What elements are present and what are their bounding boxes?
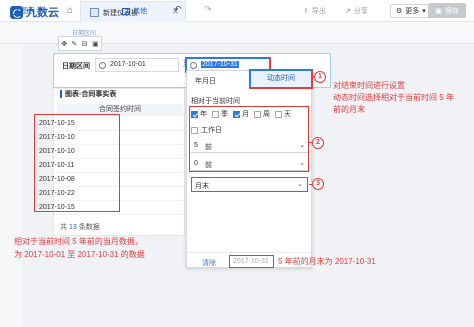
total-prefix: 共 [60,224,67,231]
undo-icon[interactable]: ↶ [174,4,182,15]
chart-icon [10,7,18,15]
other-button[interactable]: 其他 [122,6,147,16]
date-from-field[interactable]: 2017-10-01 [95,58,179,72]
chevron-down-icon: ▾ [422,8,426,15]
annotation-badge-3: 3 [312,178,324,190]
relative-label: 相对于当前时间 [191,98,240,105]
other-icon [122,7,130,15]
lock-icon[interactable]: ⊟ [82,40,88,48]
month-offset-select[interactable]: 0 前 ⌄ [191,157,308,171]
export-button[interactable]: ⇪ 导出 [303,6,326,16]
annotation-note-1-line-1: 对结束时间进行设置 [333,81,405,90]
share-label: 分享 [353,8,368,15]
title-bar-icon [60,90,62,98]
more-button[interactable]: ⚙ 更多 ▾ [390,4,432,18]
table-title: 图表-合同事实表 [60,89,116,99]
save-button[interactable]: ▣ 保存 [428,3,466,18]
range-label: 日期区间 [62,63,90,70]
chevron-down-icon: ⌄ [299,160,305,167]
left-rail [0,44,22,327]
save-label: 保存 [444,7,459,15]
chart-button[interactable]: 图表 [10,6,35,16]
year-direction: 前 [205,144,212,151]
year-offset-select[interactable]: 5 前 ⌄ [191,139,308,153]
annotation-note-left-line-1: 相对于当前时间 5 年前的当月数据， [14,237,143,246]
table-title-text: 图表-合同事实表 [65,91,117,98]
year-offset-value: 5 [194,142,198,149]
table-total: 共 13 条数据 [60,222,100,232]
edit-icon[interactable]: ✎ [72,40,78,48]
annotation-note-1-line-3: 前的月末 [333,105,365,114]
month-direction: 前 [205,162,212,169]
popover-divider [187,252,311,253]
annotation-note-bottom: 5 年前的月末为 2017-10-31 [278,257,376,266]
clear-button[interactable]: 清除 [202,258,216,268]
result-date: 2017-10-31 [229,255,274,268]
annotation-box-rows [34,114,120,212]
tab-year-month-day[interactable]: 年月日 [195,76,216,86]
annotation-badge-2: 2 [312,137,324,149]
annotation-note-left-line-2: 为 2017-10-01 至 2017-10-31 的数据 [14,250,145,259]
export-label: 导出 [311,8,326,15]
widget-mini-toolbar: ✥ ✎ ⊟ ▣ [58,36,102,51]
gear-icon: ⚙ [396,8,403,15]
home-icon[interactable]: ⌂ [64,5,76,17]
redo-icon[interactable]: ↷ [204,4,212,15]
share-icon: ⇗ [345,8,351,15]
clock-icon [99,62,106,69]
annotation-box-dynamic-tab [249,69,313,89]
chevron-down-icon: ⌄ [297,181,303,188]
period-select[interactable]: 月末 ⌄ [191,177,308,192]
other-label: 其他 [133,8,147,15]
total-suffix: 条数据 [78,224,100,231]
date-from-value: 2017-10-01 [110,61,146,68]
share-button[interactable]: ⇗ 分享 [345,6,368,16]
more-label: 更多 [405,8,420,15]
dashboard-icon [90,8,99,17]
save-icon: ▣ [435,7,442,15]
export-icon: ⇪ [303,8,309,15]
chart-label: 图表 [21,8,35,15]
period-value: 月末 [195,183,209,190]
month-offset-value: 0 [194,160,198,167]
move-icon[interactable]: ✥ [61,40,67,48]
chevron-down-icon: ⌄ [299,142,305,149]
frame-icon[interactable]: ▣ [92,40,99,48]
annotation-badge-1: 1 [314,71,326,83]
total-count: 13 [68,224,77,231]
annotation-note-1-line-2: 动态时间选择相对于当前时间 5 年 [333,93,454,102]
